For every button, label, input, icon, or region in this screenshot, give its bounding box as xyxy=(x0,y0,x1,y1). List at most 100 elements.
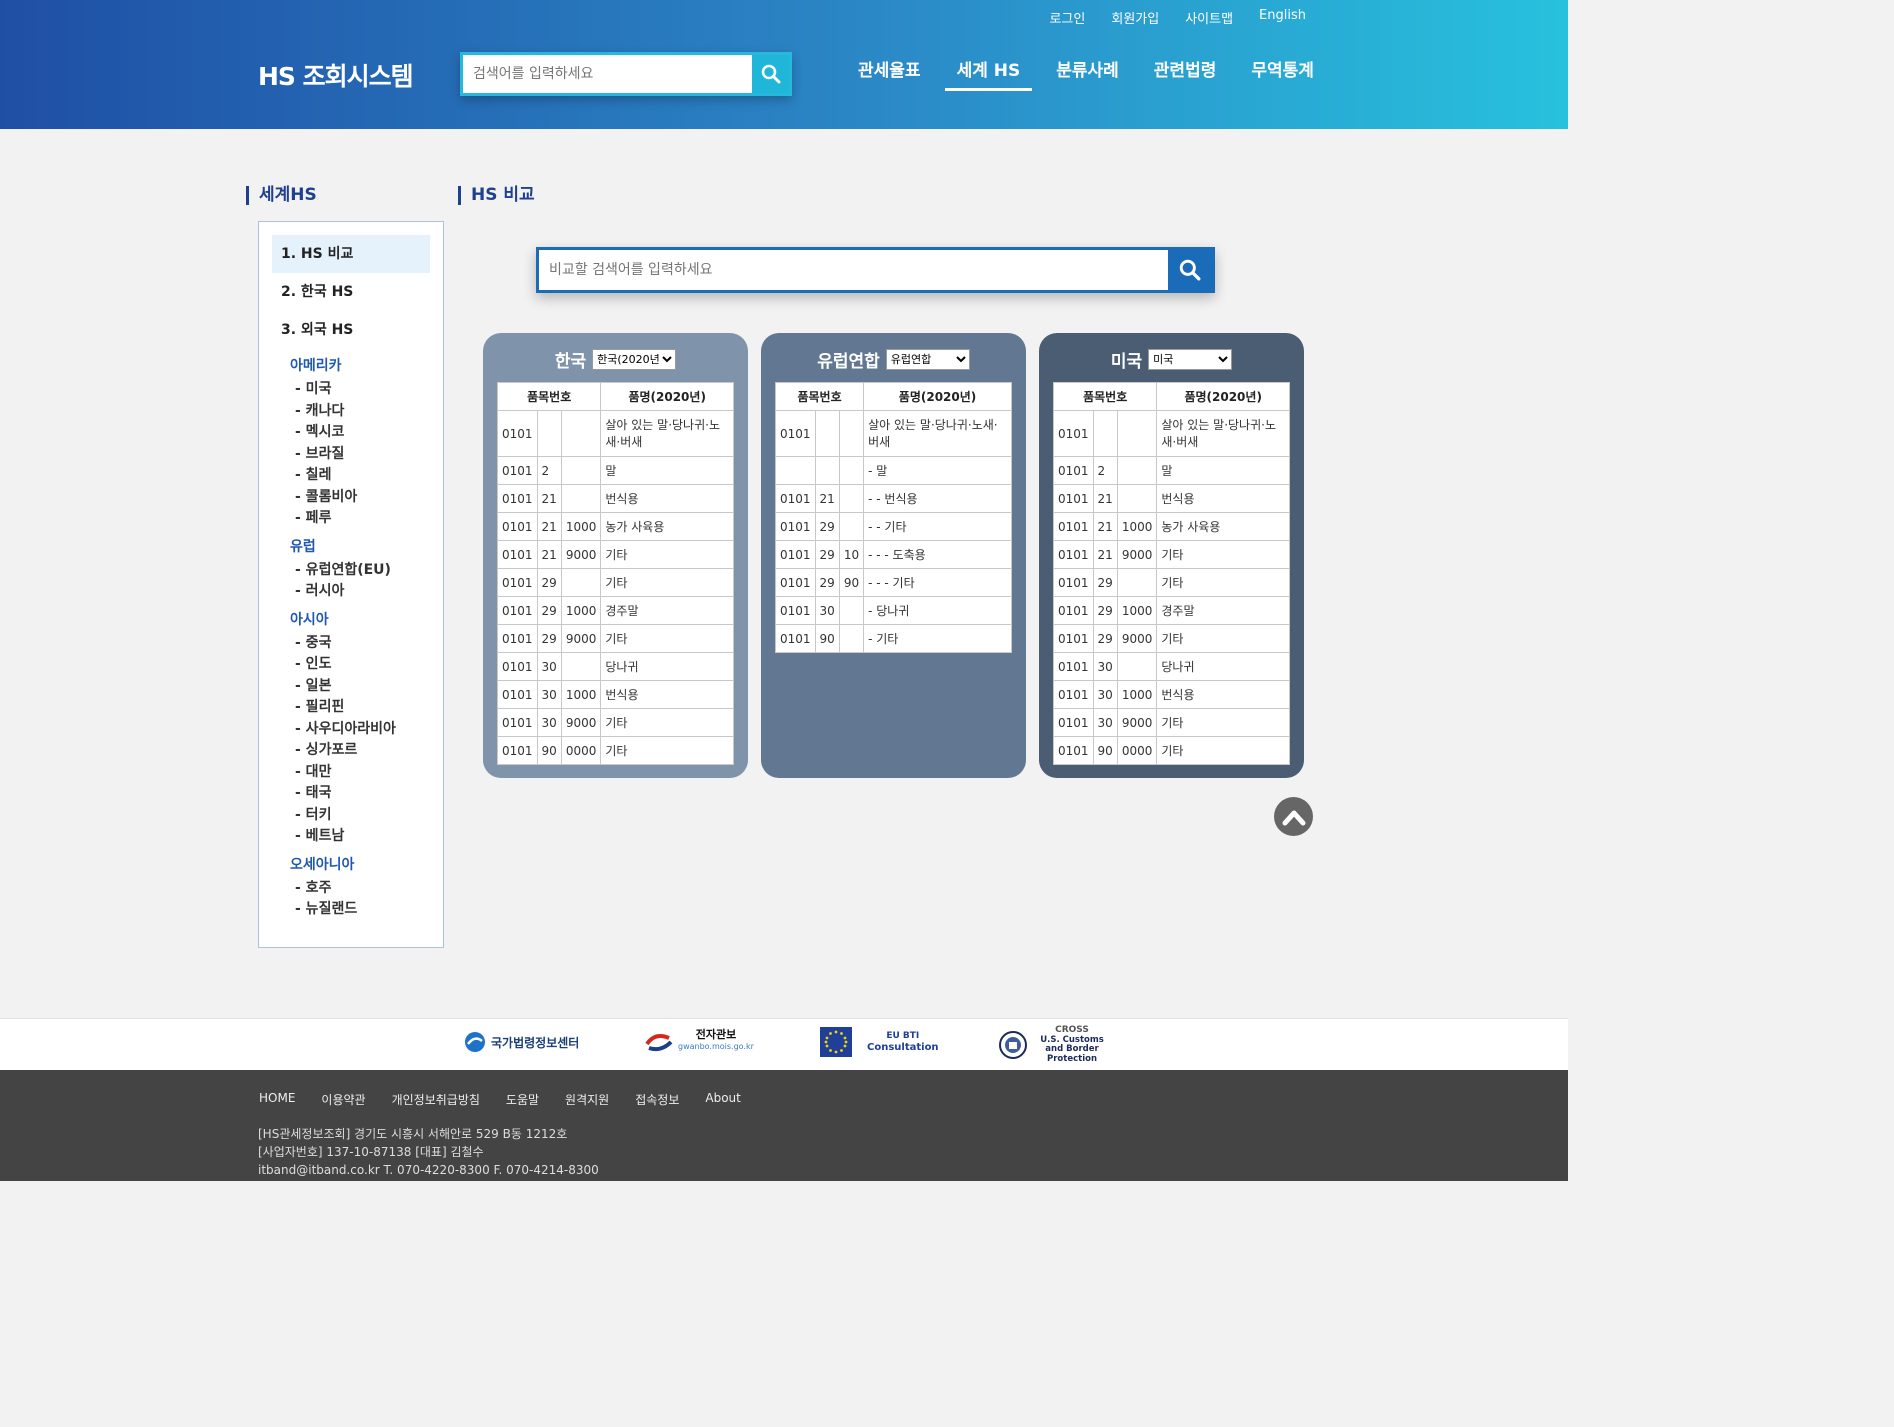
compare-search xyxy=(536,247,1215,293)
sidebar-country-item[interactable]: - 칠레 xyxy=(295,465,443,487)
footer-help-link[interactable]: 도움말 xyxy=(506,1091,539,1108)
sidebar-country-item[interactable]: - 유럽연합(EU) xyxy=(295,560,443,582)
cell-code-part xyxy=(838,410,865,457)
cell-code-part: 30 xyxy=(1092,652,1118,681)
sidebar-country-item[interactable]: - 일본 xyxy=(295,676,443,698)
table-row[interactable]: 0101 30 1000 번식용 xyxy=(497,680,734,709)
table-row[interactable]: 0101 21 9000 기타 xyxy=(1053,540,1290,569)
table-row[interactable]: 0101 29 기타 xyxy=(497,568,734,597)
country-version-select[interactable]: 한국(2020년) xyxy=(592,349,677,370)
sidebar-group-0[interactable]: 아메리카 xyxy=(290,353,443,379)
sidebar-item-foreign-hs[interactable]: 3. 외국 HS xyxy=(272,311,430,349)
sidebar-country-item[interactable]: - 브라질 xyxy=(295,444,443,466)
cell-code-part xyxy=(1092,410,1118,457)
table-row[interactable]: 0101 30 9000 기타 xyxy=(497,708,734,737)
table-row[interactable]: 0101 30 당나귀 xyxy=(1053,652,1290,681)
cell-code-part: 29 xyxy=(536,568,562,597)
site-logo[interactable]: HS 조회시스템 xyxy=(258,57,414,93)
table-row[interactable]: 0101 21 번식용 xyxy=(497,484,734,513)
sidebar-country-item[interactable]: - 태국 xyxy=(295,783,443,805)
table-row[interactable]: 0101 29 9000 기타 xyxy=(497,624,734,653)
login-link[interactable]: 로그인 xyxy=(1049,8,1085,27)
sidebar-country-item[interactable]: - 미국 xyxy=(295,379,443,401)
gnb-cases[interactable]: 분류사례 xyxy=(1044,56,1131,91)
sidebar-group-2[interactable]: 아시아 xyxy=(290,607,443,633)
table-row[interactable]: 0101 21 1000 농가 사육용 xyxy=(497,512,734,541)
sidebar-country-item[interactable]: - 필리핀 xyxy=(295,697,443,719)
gnb-laws[interactable]: 관련법령 xyxy=(1142,56,1229,91)
table-row[interactable]: 0101 29 1000 경주말 xyxy=(1053,596,1290,625)
sitemap-link[interactable]: 사이트맵 xyxy=(1185,8,1233,27)
table-row[interactable]: 0101 살아 있는 말·당나귀·노새·버새 xyxy=(497,410,734,457)
compare-search-button[interactable] xyxy=(1168,250,1212,290)
cell-item-name: 농가 사육용 xyxy=(1156,512,1290,541)
sidebar-country-item[interactable]: - 캐나다 xyxy=(295,401,443,423)
scroll-top-button[interactable] xyxy=(1274,797,1313,836)
table-row[interactable]: 0101 2 말 xyxy=(497,456,734,485)
table-row[interactable]: 0101 30 1000 번식용 xyxy=(1053,680,1290,709)
partner-gwanbo[interactable]: 전자관보 gwanbo.mois.go.kr xyxy=(645,1029,754,1053)
table-row[interactable]: 0101 29 - - 기타 xyxy=(775,512,1012,541)
footer-access-link[interactable]: 접속정보 xyxy=(635,1091,679,1108)
table-row[interactable]: 0101 살아 있는 말·당나귀·노새·버새 xyxy=(1053,410,1290,457)
partner-cbp[interactable]: CROSS U.S. Customs and Border Protection xyxy=(999,1025,1112,1064)
table-row[interactable]: 0101 29 기타 xyxy=(1053,568,1290,597)
table-row[interactable]: 0101 살아 있는 말·당나귀·노새·버새 xyxy=(775,410,1012,457)
sidebar-country-item[interactable]: - 콜롬비아 xyxy=(295,487,443,509)
footer-terms-link[interactable]: 이용약관 xyxy=(321,1091,365,1108)
sidebar-country-item[interactable]: - 터키 xyxy=(295,805,443,827)
header-search-button[interactable] xyxy=(752,55,789,93)
footer-about-link[interactable]: About xyxy=(705,1091,740,1108)
table-row[interactable]: 0101 90 0000 기타 xyxy=(1053,736,1290,765)
sidebar-country-item[interactable]: - 호주 xyxy=(295,878,443,900)
table-row[interactable]: 0101 21 - - 번식용 xyxy=(775,484,1012,513)
table-row[interactable]: 0101 90 - 기타 xyxy=(775,624,1012,653)
table-row[interactable]: 0101 30 - 당나귀 xyxy=(775,596,1012,625)
sidebar-country-item[interactable]: - 멕시코 xyxy=(295,422,443,444)
sidebar-country-item[interactable]: - 싱가포르 xyxy=(295,740,443,762)
table-row[interactable]: 0101 29 90- - - 기타 xyxy=(775,568,1012,597)
sidebar-country-item[interactable]: - 러시아 xyxy=(295,581,443,603)
partner-eu-bti[interactable]: EU BTI Consultation xyxy=(820,1027,939,1057)
gnb-tariff[interactable]: 관세율표 xyxy=(846,56,933,91)
sidebar-item-korea-hs[interactable]: 2. 한국 HS xyxy=(272,273,430,311)
table-row[interactable]: 0101 29 1000 경주말 xyxy=(497,596,734,625)
english-link[interactable]: English xyxy=(1259,8,1306,27)
sidebar-country-item[interactable]: - 대만 xyxy=(295,762,443,784)
footer-remote-link[interactable]: 원격지원 xyxy=(565,1091,609,1108)
table-row[interactable]: 0101 30 당나귀 xyxy=(497,652,734,681)
sidebar-country-item[interactable]: - 베트남 xyxy=(295,826,443,848)
sidebar-country-item[interactable]: - 페루 xyxy=(295,508,443,530)
table-row[interactable]: 0101 21 번식용 xyxy=(1053,484,1290,513)
table-row[interactable]: 0101 29 9000 기타 xyxy=(1053,624,1290,653)
cell-code-part: 0101 xyxy=(1053,652,1094,681)
sidebar-group-1[interactable]: 유럽 xyxy=(290,534,443,560)
cell-code-part: 0101 xyxy=(1053,512,1094,541)
sidebar-country-item[interactable]: - 뉴질랜드 xyxy=(295,899,443,921)
gnb-trade-stats[interactable]: 무역통계 xyxy=(1239,56,1326,91)
table-row[interactable]: 0101 21 9000 기타 xyxy=(497,540,734,569)
sidebar-country-item[interactable]: - 인도 xyxy=(295,654,443,676)
sidebar-item-hs-compare[interactable]: 1. HS 비교 xyxy=(272,235,430,273)
table-row[interactable]: 0101 2 말 xyxy=(1053,456,1290,485)
partner-law-center[interactable]: 국가법령정보센터 xyxy=(464,1031,579,1053)
table-row[interactable]: 0101 90 0000 기타 xyxy=(497,736,734,765)
header-search-input[interactable] xyxy=(463,55,752,93)
table-row[interactable]: - 말 xyxy=(775,456,1012,485)
footer-privacy-link[interactable]: 개인정보취급방침 xyxy=(392,1091,480,1108)
site-footer: HOME 이용약관 개인정보취급방침 도움말 원격지원 접속정보 About [… xyxy=(0,1070,1568,1181)
table-row[interactable]: 0101 21 1000 농가 사육용 xyxy=(1053,512,1290,541)
footer-home-link[interactable]: HOME xyxy=(259,1091,295,1108)
table-row[interactable]: 0101 29 10- - - 도축용 xyxy=(775,540,1012,569)
gnb-world-hs[interactable]: 세계 HS xyxy=(944,56,1033,91)
hs-compare-panel: 유럽연합 유럽연합 품목번호 품명(2020년) 0101 살아 있는 말·당나귀·노새·… xyxy=(761,333,1026,778)
hs-compare-panel: 한국 한국(2020년) 품목번호 품명(2020년) 0101 살아 있는 말·당나귀·… xyxy=(483,333,748,778)
compare-search-input[interactable] xyxy=(539,250,1168,290)
sidebar-country-item[interactable]: - 중국 xyxy=(295,633,443,655)
sidebar-country-item[interactable]: - 사우디아라비아 xyxy=(295,719,443,741)
sidebar-group-3[interactable]: 오세아니아 xyxy=(290,852,443,878)
signup-link[interactable]: 회원가입 xyxy=(1111,8,1159,27)
country-version-select[interactable]: 유럽연합 xyxy=(885,349,970,370)
table-row[interactable]: 0101 30 9000 기타 xyxy=(1053,708,1290,737)
country-version-select[interactable]: 미국 xyxy=(1148,349,1233,370)
